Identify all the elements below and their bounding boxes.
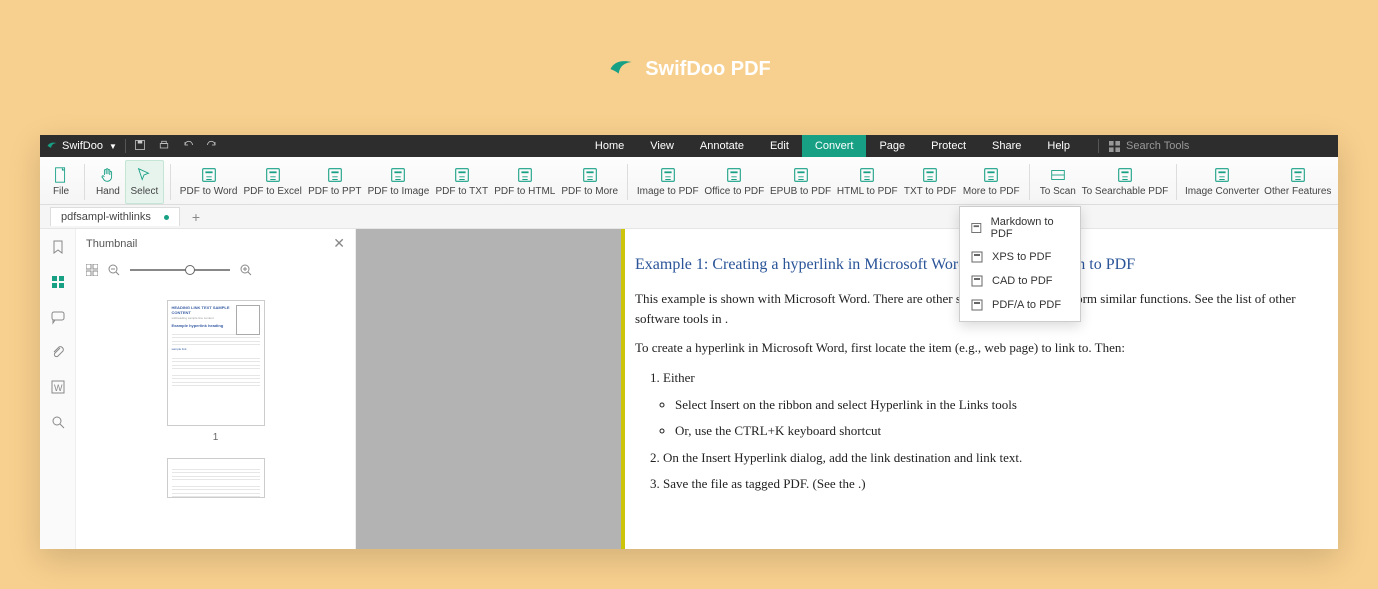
swifdoo-logo-icon xyxy=(607,55,635,83)
dropdown-item-markdown-to-pdf[interactable]: Markdown to PDF xyxy=(960,211,1080,245)
slider-knob[interactable] xyxy=(185,265,195,275)
ribbon-pdf-to-more[interactable]: PDF to More xyxy=(558,160,621,204)
ribbon-toolbar: FileHandSelectPDF to WordPDF to ExcelPDF… xyxy=(40,157,1338,205)
menu-protect[interactable]: Protect xyxy=(918,135,979,157)
ribbon-pdf-to-image[interactable]: PDF to Image xyxy=(365,160,432,204)
ribbon-more-to-pdf[interactable]: More to PDF xyxy=(960,160,1023,204)
ribbon-to-searchable-pdf[interactable]: To Searchable PDF xyxy=(1080,160,1170,204)
bookmark-icon[interactable] xyxy=(50,239,66,260)
unsaved-indicator-icon xyxy=(164,215,169,220)
thumbnail-item[interactable] xyxy=(167,458,265,498)
main-menu: HomeViewAnnotateEditConvertPageProtectSh… xyxy=(582,135,1083,157)
thumbnail-panel: Thumbnail ✕ HEADING LINK TEXT SAMPLE CON… xyxy=(76,229,356,549)
menu-edit[interactable]: Edit xyxy=(757,135,802,157)
ribbon-to-scan[interactable]: To Scan xyxy=(1036,160,1080,204)
document-tabbar: pdfsampl-withlinks + xyxy=(40,205,1338,229)
menu-help[interactable]: Help xyxy=(1034,135,1083,157)
ribbon-html-to-pdf[interactable]: HTML to PDF xyxy=(834,160,901,204)
grid-small-icon[interactable] xyxy=(86,264,98,276)
sidebar-tools: W xyxy=(40,229,76,549)
ribbon-office-to-pdf[interactable]: Office to PDF xyxy=(701,160,767,204)
app-name[interactable]: SwifDoo ▼ xyxy=(46,140,117,152)
chevron-down-icon: ▼ xyxy=(109,142,117,151)
doc-paragraph: To create a hyperlink in Microsoft Word,… xyxy=(635,338,1316,358)
list-item: Or, use the CTRL+K keyboard shortcut xyxy=(675,421,1316,441)
redo-icon[interactable] xyxy=(206,139,218,154)
ribbon-pdf-to-ppt[interactable]: PDF to PPT xyxy=(305,160,365,204)
thumbnail-page xyxy=(167,458,265,498)
ribbon-pdf-to-word[interactable]: PDF to Word xyxy=(177,160,241,204)
undo-icon[interactable] xyxy=(182,139,194,154)
more-to-pdf-dropdown[interactable]: Markdown to PDFXPS to PDFCAD to PDFPDF/A… xyxy=(959,206,1081,322)
word-icon[interactable]: W xyxy=(50,379,66,400)
zoom-slider[interactable] xyxy=(130,269,230,271)
svg-text:W: W xyxy=(54,383,63,393)
brand-header: SwifDoo PDF xyxy=(0,55,1378,83)
ribbon-image-converter[interactable]: Image Converter xyxy=(1183,160,1262,204)
search-tools[interactable]: Search Tools xyxy=(1098,139,1328,153)
app-window: SwifDoo ▼ HomeViewAnnotateEditConvertPag… xyxy=(40,135,1338,549)
ribbon-hand[interactable]: Hand xyxy=(91,160,125,204)
list-item: On the Insert Hyperlink dialog, add the … xyxy=(663,448,1316,468)
print-icon[interactable] xyxy=(158,139,170,154)
list-item: Either xyxy=(663,368,1316,388)
titlebar: SwifDoo ▼ HomeViewAnnotateEditConvertPag… xyxy=(40,135,1338,157)
quick-access-toolbar xyxy=(134,139,218,154)
dropdown-item-pdf-a-to-pdf[interactable]: PDF/A to PDF xyxy=(960,293,1080,317)
ribbon-txt-to-pdf[interactable]: TXT to PDF xyxy=(901,160,960,204)
close-icon[interactable]: ✕ xyxy=(333,235,345,252)
menu-convert[interactable]: Convert xyxy=(802,135,867,157)
menu-home[interactable]: Home xyxy=(582,135,637,157)
thumbnail-page: HEADING LINK TEXT SAMPLE CONTENT subhead… xyxy=(167,300,265,426)
menu-annotate[interactable]: Annotate xyxy=(687,135,757,157)
workspace: W Thumbnail ✕ HEADING LINK TEXT SAMPLE C… xyxy=(40,229,1338,549)
save-icon[interactable] xyxy=(134,139,146,154)
ribbon-file[interactable]: File xyxy=(44,160,78,204)
attachments-icon[interactable] xyxy=(50,344,66,365)
ribbon-select[interactable]: Select xyxy=(125,160,164,204)
search-icon[interactable] xyxy=(50,414,66,435)
menu-share[interactable]: Share xyxy=(979,135,1034,157)
zoom-out-icon[interactable] xyxy=(108,264,120,276)
ribbon-epub-to-pdf[interactable]: EPUB to PDF xyxy=(767,160,834,204)
thumbnail-title: Thumbnail xyxy=(86,238,137,250)
document-tab[interactable]: pdfsampl-withlinks xyxy=(50,207,180,226)
menu-view[interactable]: View xyxy=(637,135,687,157)
thumbnail-header: Thumbnail ✕ xyxy=(76,229,355,258)
comments-icon[interactable] xyxy=(50,309,66,330)
page-number: 1 xyxy=(213,432,219,443)
add-tab-button[interactable]: + xyxy=(192,209,200,225)
zoom-in-icon[interactable] xyxy=(240,264,252,276)
brand-title: SwifDoo PDF xyxy=(645,58,771,81)
document-viewer[interactable]: Example 1: Creating a hyperlink in Micro… xyxy=(356,229,1338,549)
thumbnail-list: HEADING LINK TEXT SAMPLE CONTENT subhead… xyxy=(76,282,355,549)
ribbon-other-features[interactable]: Other Features xyxy=(1262,160,1334,204)
list-item: Select Insert on the ribbon and select H… xyxy=(675,395,1316,415)
ribbon-pdf-to-excel[interactable]: PDF to Excel xyxy=(240,160,304,204)
ribbon-pdf-to-txt[interactable]: PDF to TXT xyxy=(432,160,491,204)
list-item: Save the file as tagged PDF. (See the .) xyxy=(663,474,1316,494)
swifdoo-small-icon xyxy=(46,140,58,152)
thumbnail-item[interactable]: HEADING LINK TEXT SAMPLE CONTENT subhead… xyxy=(167,300,265,443)
thumbnail-zoom xyxy=(76,258,355,282)
dropdown-item-cad-to-pdf[interactable]: CAD to PDF xyxy=(960,269,1080,293)
menu-page[interactable]: Page xyxy=(866,135,918,157)
ribbon-pdf-to-html[interactable]: PDF to HTML xyxy=(491,160,558,204)
thumbnails-icon[interactable] xyxy=(50,274,66,295)
search-placeholder: Search Tools xyxy=(1126,140,1189,152)
grid-icon xyxy=(1109,141,1120,152)
dropdown-item-xps-to-pdf[interactable]: XPS to PDF xyxy=(960,245,1080,269)
ribbon-image-to-pdf[interactable]: Image to PDF xyxy=(634,160,701,204)
